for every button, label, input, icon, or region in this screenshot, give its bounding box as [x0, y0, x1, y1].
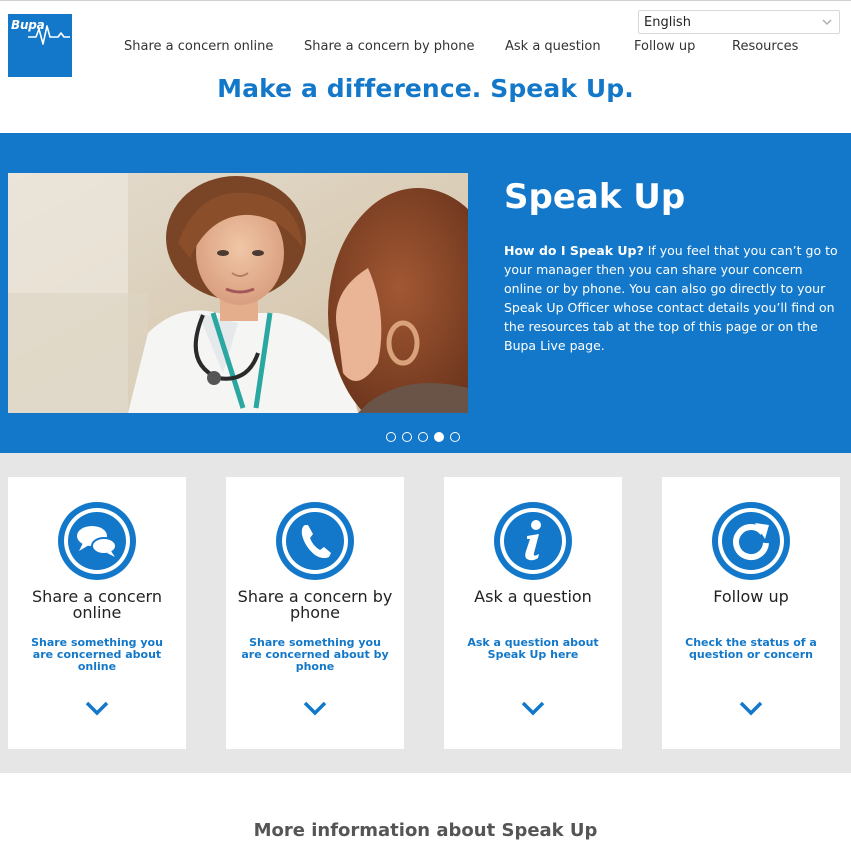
- speech-bubbles-icon: [58, 502, 136, 580]
- carousel-dot-active[interactable]: [434, 432, 444, 442]
- hero-carousel: Speak Up How do I Speak Up? If you feel …: [0, 133, 851, 453]
- card-description: Share something you are concerned about …: [31, 636, 163, 673]
- card-title: Ask a question: [474, 587, 592, 606]
- chevron-down-icon[interactable]: [738, 699, 764, 717]
- language-selected-value: English: [644, 15, 691, 30]
- nav-ask-question[interactable]: Ask a question: [505, 39, 601, 54]
- hero-body: How do I Speak Up? If you feel that you …: [504, 241, 844, 355]
- card-title: Share a concern online: [32, 587, 162, 622]
- carousel-pagination: [386, 432, 466, 444]
- page-tagline: Make a difference. Speak Up.: [217, 74, 634, 103]
- carousel-dot[interactable]: [418, 432, 428, 442]
- hero-lead: How do I Speak Up?: [504, 243, 644, 258]
- card-description: Ask a question about Speak Up here: [467, 636, 599, 661]
- hero-image: [8, 173, 468, 413]
- card-ask-question[interactable]: Ask a question Ask a question about Spea…: [444, 477, 622, 749]
- card-share-concern-phone[interactable]: Share a concern by phone Share something…: [226, 477, 404, 749]
- hero-text: If you feel that you can’t go to your ma…: [504, 243, 838, 353]
- card-title: Share a concern by phone: [237, 587, 393, 622]
- hero-title: Speak Up: [504, 177, 686, 217]
- nav-share-concern-phone[interactable]: Share a concern by phone: [304, 39, 474, 54]
- carousel-dot[interactable]: [450, 432, 460, 442]
- heartbeat-icon: [28, 25, 70, 45]
- carousel-dot[interactable]: [386, 432, 396, 442]
- more-info-heading: More information about Speak Up: [253, 820, 598, 841]
- chevron-down-icon: [822, 19, 832, 26]
- action-cards: Share a concern online Share something y…: [0, 453, 851, 773]
- nav-share-concern-online[interactable]: Share a concern online: [124, 39, 273, 54]
- card-follow-up[interactable]: Follow up Check the status of a question…: [662, 477, 840, 749]
- nav-resources[interactable]: Resources: [732, 39, 798, 54]
- top-border: [0, 0, 851, 1]
- card-title: Follow up: [713, 587, 789, 606]
- refresh-icon: [712, 502, 790, 580]
- nav-follow-up[interactable]: Follow up: [634, 39, 695, 54]
- info-icon: [494, 502, 572, 580]
- language-select[interactable]: English: [638, 10, 840, 34]
- carousel-dot[interactable]: [402, 432, 412, 442]
- bupa-logo[interactable]: Bupa: [8, 14, 72, 77]
- chevron-down-icon[interactable]: [84, 699, 110, 717]
- card-description: Check the status of a question or concer…: [685, 636, 817, 661]
- card-share-concern-online[interactable]: Share a concern online Share something y…: [8, 477, 186, 749]
- phone-icon: [276, 502, 354, 580]
- chevron-down-icon[interactable]: [302, 699, 328, 717]
- card-description: Share something you are concerned about …: [241, 636, 389, 673]
- chevron-down-icon[interactable]: [520, 699, 546, 717]
